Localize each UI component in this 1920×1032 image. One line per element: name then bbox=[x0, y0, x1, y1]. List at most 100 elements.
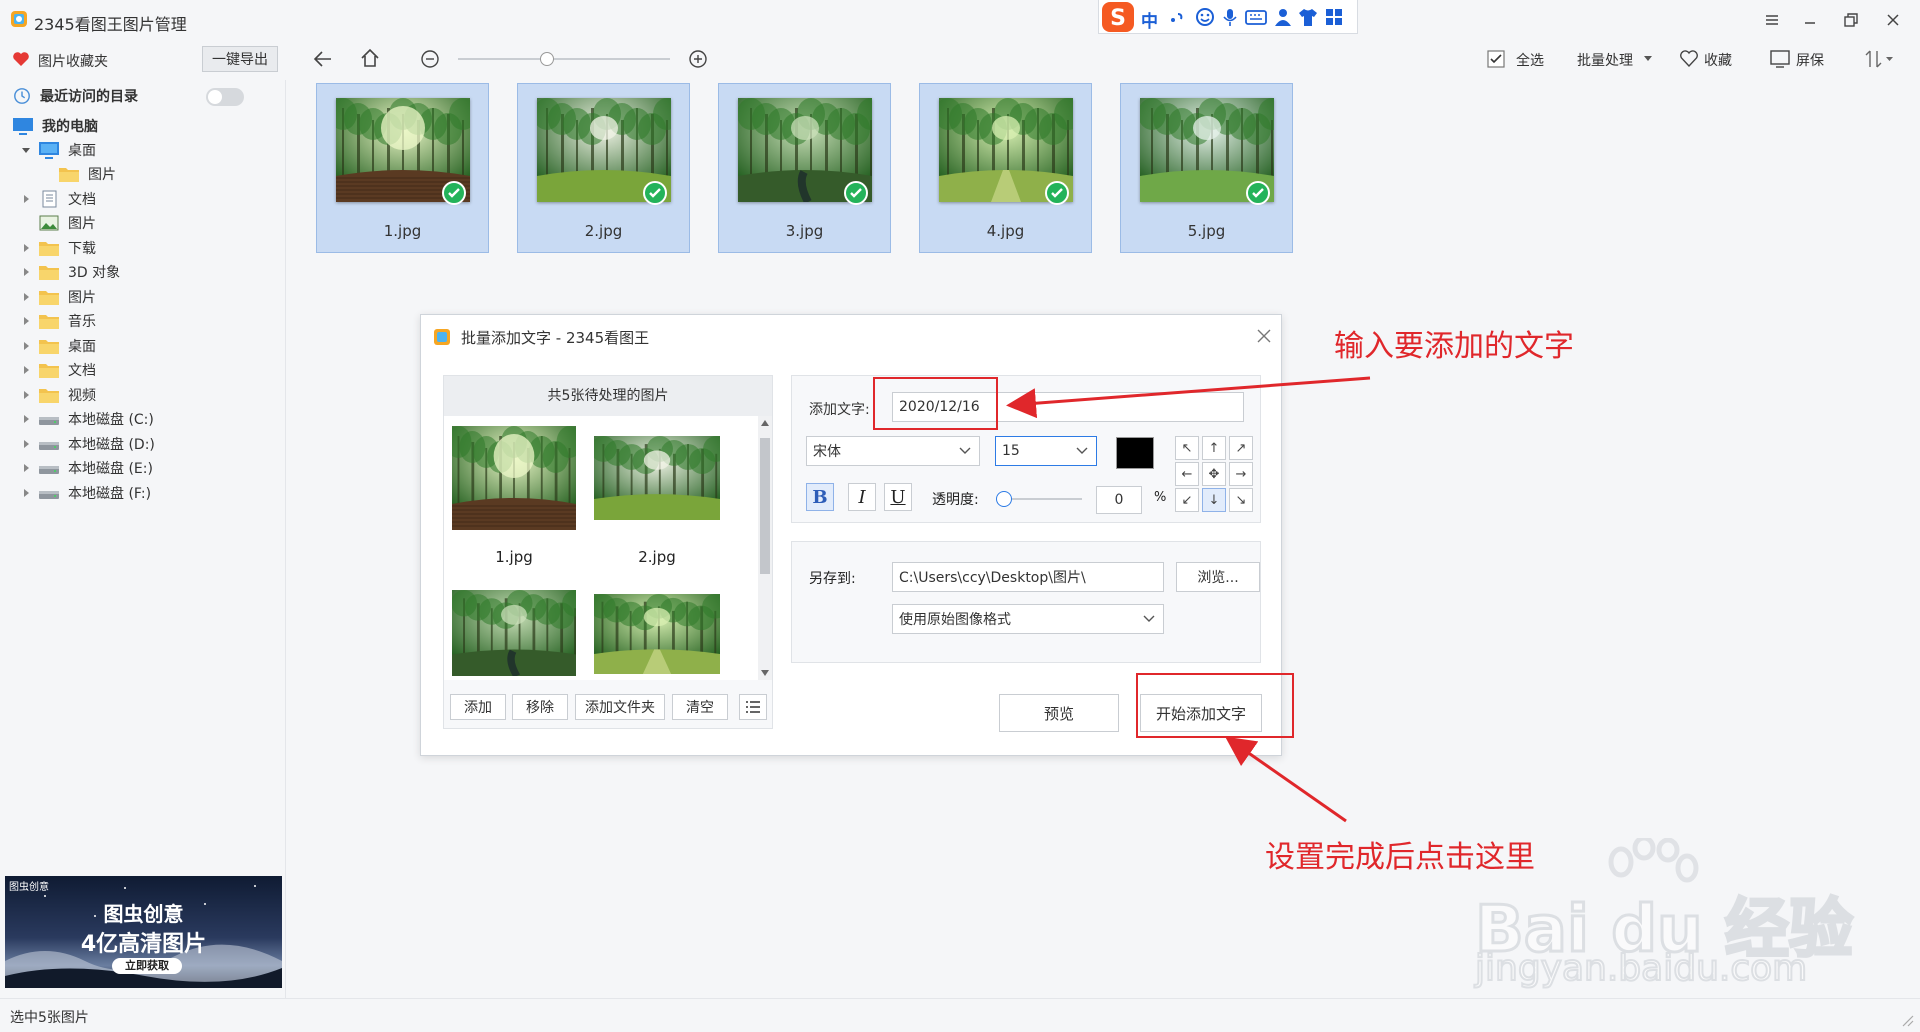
image-list[interactable]: 1.jpg 2.jpg bbox=[444, 416, 758, 680]
favorites-link[interactable]: 图片收藏夹 bbox=[38, 51, 108, 71]
underline-button[interactable]: U bbox=[884, 483, 912, 511]
font-select[interactable]: 宋体 bbox=[806, 436, 980, 466]
sort-icon[interactable] bbox=[1864, 49, 1894, 69]
check-icon[interactable] bbox=[1045, 181, 1069, 205]
scroll-thumb[interactable] bbox=[760, 438, 770, 574]
zoom-slider[interactable] bbox=[458, 52, 670, 66]
sidebar-item[interactable]: 文档 bbox=[20, 356, 96, 384]
opacity-slider-thumb[interactable] bbox=[996, 491, 1012, 507]
save-label: 另存到: bbox=[809, 571, 856, 587]
sogou-logo-icon[interactable]: S bbox=[1101, 1, 1135, 33]
ad-cta-button[interactable]: 立即获取 bbox=[112, 958, 182, 974]
position-button-5[interactable]: ✥ bbox=[1202, 462, 1226, 486]
browse-button[interactable]: 浏览... bbox=[1176, 562, 1260, 592]
thumbnail-card[interactable]: 4.jpg bbox=[919, 83, 1092, 253]
export-button[interactable]: 一键导出 bbox=[202, 46, 278, 72]
sidebar-item[interactable]: 本地磁盘 (F:) bbox=[20, 479, 151, 507]
bold-button[interactable]: B bbox=[806, 483, 834, 511]
restore-button[interactable] bbox=[1840, 9, 1862, 31]
close-button[interactable] bbox=[1882, 9, 1904, 31]
thumbnail-card[interactable]: 2.jpg bbox=[517, 83, 690, 253]
dialog-close-icon[interactable] bbox=[1255, 327, 1273, 345]
user-icon[interactable] bbox=[1273, 7, 1293, 27]
position-button-2[interactable]: ↑ bbox=[1202, 436, 1226, 460]
position-button-9[interactable]: ↘ bbox=[1229, 488, 1253, 512]
list-image-3[interactable] bbox=[452, 590, 576, 676]
sidebar-item[interactable]: 图片 bbox=[20, 209, 96, 237]
punctuation-icon[interactable] bbox=[1169, 8, 1185, 26]
clear-button[interactable]: 清空 bbox=[672, 694, 728, 720]
ime-mode[interactable]: 中 bbox=[1141, 7, 1158, 32]
keyboard-icon[interactable] bbox=[1245, 8, 1267, 26]
check-icon[interactable] bbox=[442, 181, 466, 205]
size-select[interactable]: 15 bbox=[995, 436, 1097, 466]
annotation-top-text: 输入要添加的文字 bbox=[1334, 329, 1574, 364]
screensaver-icon[interactable] bbox=[1770, 50, 1790, 68]
italic-button[interactable]: I bbox=[848, 483, 876, 511]
batch-process-button[interactable]: 批量处理 bbox=[1577, 50, 1633, 70]
list-item-label: 2.jpg bbox=[638, 548, 676, 566]
position-button-1[interactable]: ↖ bbox=[1175, 436, 1199, 460]
back-arrow-icon[interactable] bbox=[311, 48, 335, 70]
list-image-4[interactable] bbox=[594, 594, 720, 674]
thumbnail-card[interactable]: 1.jpg bbox=[316, 83, 489, 253]
sidebar-item[interactable]: 音乐 bbox=[20, 307, 96, 335]
scroll-down-icon[interactable] bbox=[761, 670, 769, 676]
position-button-8[interactable]: ↓ bbox=[1202, 488, 1226, 512]
sidebar-item[interactable]: 图片 bbox=[40, 160, 116, 188]
text-color-swatch[interactable] bbox=[1116, 437, 1154, 469]
scroll-up-icon[interactable] bbox=[761, 420, 769, 426]
list-image-1[interactable] bbox=[452, 426, 576, 530]
ad-banner[interactable]: 图虫创意 图虫创意 4亿高清图片 立即获取 bbox=[5, 876, 282, 988]
heart-outline-icon[interactable] bbox=[1679, 49, 1699, 67]
thumbnail-card[interactable]: 3.jpg bbox=[718, 83, 891, 253]
position-button-6[interactable]: → bbox=[1229, 462, 1253, 486]
annotation-highlight-start-button bbox=[1136, 673, 1294, 738]
select-all-checkbox-icon[interactable] bbox=[1487, 50, 1505, 68]
remove-button[interactable]: 移除 bbox=[512, 694, 568, 720]
list-scrollbar[interactable] bbox=[758, 416, 772, 680]
zoom-slider-thumb[interactable] bbox=[540, 52, 555, 66]
skin-icon[interactable] bbox=[1297, 7, 1319, 27]
add-button[interactable]: 添加 bbox=[450, 694, 506, 720]
check-icon[interactable] bbox=[844, 181, 868, 205]
sidebar-item-label: 图片 bbox=[88, 167, 116, 183]
opacity-slider[interactable] bbox=[996, 491, 1082, 507]
up-directory-icon[interactable] bbox=[359, 47, 381, 69]
check-icon[interactable] bbox=[643, 181, 667, 205]
toolbox-icon[interactable] bbox=[1325, 8, 1343, 26]
resize-grip-icon[interactable] bbox=[1900, 1013, 1914, 1027]
add-folder-button[interactable]: 添加文件夹 bbox=[575, 694, 665, 720]
recent-toggle[interactable] bbox=[206, 88, 244, 106]
sidebar-item[interactable]: 本地磁盘 (C:) bbox=[20, 405, 154, 433]
list-view-icon bbox=[746, 701, 760, 713]
folder-icon bbox=[38, 386, 60, 404]
minimize-button[interactable] bbox=[1799, 9, 1821, 31]
microphone-icon[interactable] bbox=[1221, 7, 1239, 27]
screensaver-button[interactable]: 屏保 bbox=[1796, 50, 1824, 70]
collect-button[interactable]: 收藏 bbox=[1704, 50, 1732, 70]
list-view-button[interactable] bbox=[739, 694, 767, 720]
zoom-in-icon[interactable] bbox=[688, 49, 708, 69]
save-path-input[interactable]: C:\Users\ccy\Desktop\图片\ bbox=[892, 562, 1164, 592]
format-select[interactable]: 使用原始图像格式 bbox=[892, 604, 1164, 634]
menu-icon[interactable] bbox=[1761, 9, 1783, 31]
chevron-down-icon bbox=[1644, 56, 1652, 62]
emoji-icon[interactable] bbox=[1195, 7, 1215, 27]
app-title: 2345看图王图片管理 bbox=[34, 15, 187, 34]
select-all-label[interactable]: 全选 bbox=[1516, 50, 1544, 70]
thumbnail-card[interactable]: 5.jpg bbox=[1120, 83, 1293, 253]
recent-directories[interactable]: 最近访问的目录 bbox=[12, 82, 138, 110]
preview-button[interactable]: 预览 bbox=[999, 694, 1119, 732]
sidebar-item[interactable]: 本地磁盘 (E:) bbox=[20, 454, 153, 482]
sidebar-item[interactable]: 3D 对象 bbox=[20, 258, 120, 286]
opacity-input[interactable]: 0 bbox=[1096, 486, 1142, 514]
thumbnail-label: 3.jpg bbox=[785, 222, 824, 240]
check-icon[interactable] bbox=[1246, 181, 1270, 205]
position-button-3[interactable]: ↗ bbox=[1229, 436, 1253, 460]
position-button-4[interactable]: ← bbox=[1175, 462, 1199, 486]
zoom-out-icon[interactable] bbox=[420, 49, 440, 69]
move-icon: ↑ bbox=[1208, 440, 1220, 456]
position-button-7[interactable]: ↙ bbox=[1175, 488, 1199, 512]
list-image-2[interactable] bbox=[594, 436, 720, 520]
